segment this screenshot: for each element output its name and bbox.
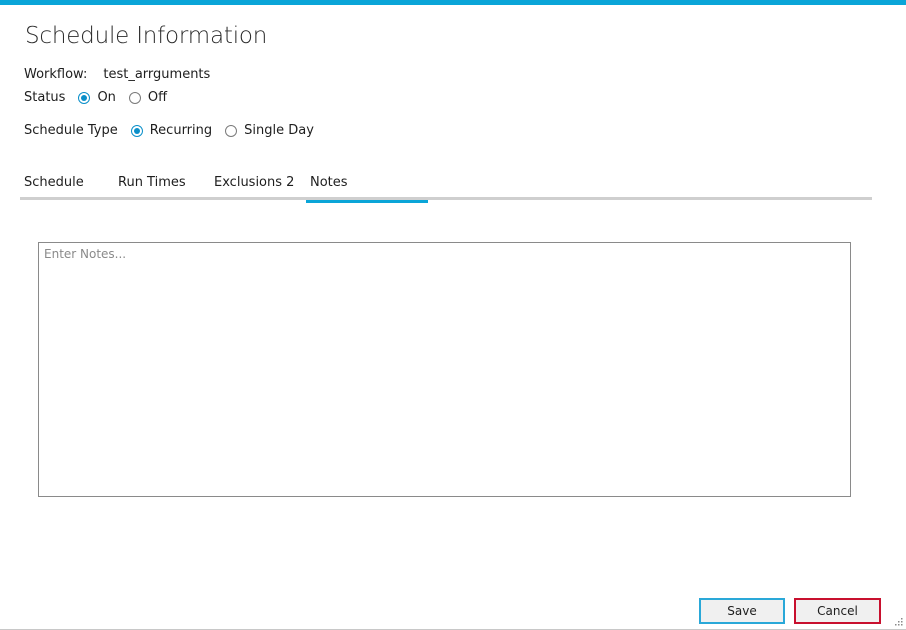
status-on-option[interactable]: On bbox=[78, 90, 116, 105]
status-row: Status On Off bbox=[24, 90, 167, 105]
cancel-button[interactable]: Cancel bbox=[794, 598, 881, 624]
workflow-label: Workflow: bbox=[24, 67, 88, 82]
dialog-title: Schedule Information bbox=[25, 23, 268, 49]
resize-grip-icon[interactable] bbox=[893, 616, 903, 626]
schedule-type-recurring-label[interactable]: Recurring bbox=[150, 123, 212, 138]
tab-schedule[interactable]: Schedule bbox=[24, 169, 118, 200]
schedule-dialog: Schedule Information Workflow: test_arrg… bbox=[0, 0, 906, 630]
schedule-type-recurring-radio[interactable] bbox=[130, 124, 143, 137]
status-off-label[interactable]: Off bbox=[148, 90, 167, 105]
schedule-type-recurring-option[interactable]: Recurring bbox=[130, 123, 212, 138]
tab-run-times[interactable]: Run Times bbox=[118, 169, 214, 200]
notes-textarea[interactable] bbox=[38, 242, 851, 497]
status-off-option[interactable]: Off bbox=[128, 90, 167, 105]
status-on-radio[interactable] bbox=[78, 91, 91, 104]
schedule-type-label: Schedule Type bbox=[24, 123, 118, 138]
status-off-radio[interactable] bbox=[128, 91, 141, 104]
save-button[interactable]: Save bbox=[699, 598, 785, 624]
workflow-value: test_arrguments bbox=[103, 67, 211, 82]
schedule-type-radio-group: Recurring Single Day bbox=[118, 123, 314, 138]
schedule-type-single-day-option[interactable]: Single Day bbox=[225, 123, 314, 138]
tab-bar: Schedule Run Times Exclusions 2 Notes bbox=[20, 169, 872, 203]
schedule-type-single-day-label[interactable]: Single Day bbox=[244, 123, 314, 138]
status-radio-group: On Off bbox=[65, 90, 167, 105]
schedule-type-row: Schedule Type Recurring Single Day bbox=[24, 123, 314, 138]
tab-exclusions[interactable]: Exclusions 2 bbox=[214, 169, 310, 200]
workflow-row: Workflow: test_arrguments bbox=[24, 67, 210, 82]
status-on-label[interactable]: On bbox=[97, 90, 115, 105]
schedule-type-single-day-radio[interactable] bbox=[225, 124, 238, 137]
tab-notes[interactable]: Notes bbox=[306, 169, 428, 203]
status-label: Status bbox=[24, 90, 66, 105]
